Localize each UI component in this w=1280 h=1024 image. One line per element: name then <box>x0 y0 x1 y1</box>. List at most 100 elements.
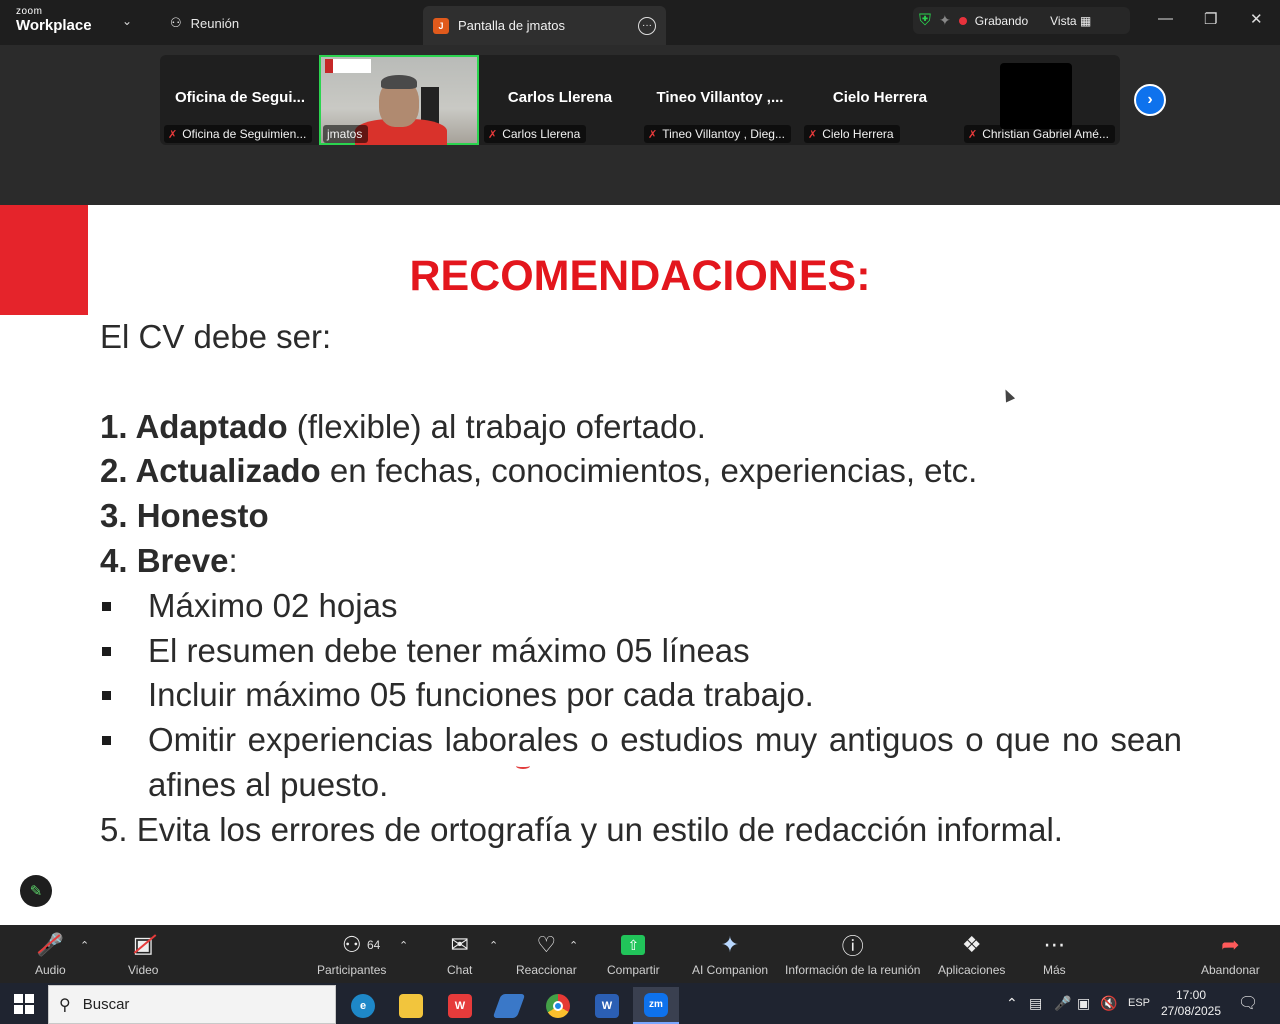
list-item: 5. Evita los errores de ortografía y un … <box>100 810 1063 848</box>
clock-time: 17:00 <box>1175 988 1207 1002</box>
list-item: 4. Breve: <box>100 539 1182 584</box>
volume-muted-icon[interactable]: 🔇 <box>1100 995 1117 1012</box>
participant-tile[interactable]: ✗ Christian Gabriel Amé... <box>960 55 1120 145</box>
participant-tile[interactable]: Oficina de Segui... ✗ Oficina de Seguimi… <box>160 55 320 145</box>
react-button[interactable]: ♡ Reaccionar <box>516 931 577 977</box>
close-icon[interactable]: ✕ <box>1250 10 1263 28</box>
system-clock[interactable]: 17:00 27/08/2025 <box>1158 987 1224 1019</box>
ai-companion-button[interactable]: ✦ AI Companion <box>692 931 768 977</box>
taskbar-search-box[interactable]: ⚲ Buscar <box>48 985 336 1024</box>
title-bar: zoom Workplace ⌄ ⚇ Reunión J Pantalla de… <box>0 0 1280 45</box>
gallery-next-page-button[interactable]: › <box>1134 84 1166 116</box>
audio-button[interactable]: 🎤 Audio <box>35 931 66 977</box>
annotate-pen-icon[interactable]: ✎ <box>20 875 52 907</box>
tab-meeting-label: Reunión <box>190 15 240 31</box>
taskbar-file-explorer[interactable] <box>388 987 434 1024</box>
taskbar-wps[interactable]: W <box>437 987 483 1024</box>
slide-intro: El CV debe ser: <box>100 318 332 355</box>
chat-button[interactable]: ✉ Chat <box>447 931 472 977</box>
react-options-caret-icon[interactable]: ⌃ <box>569 939 578 952</box>
meeting-toolbar: 🎤 Audio ⌃ ▣ Video ⚇ Participantes 64 ⌃ ✉… <box>0 925 1280 983</box>
participant-tile[interactable]: Tineo Villantoy ,... ✗ Tineo Villantoy ,… <box>640 55 800 145</box>
participant-tile[interactable]: Cielo Herrera ✗ Cielo Herrera <box>800 55 960 145</box>
chat-label: Chat <box>447 963 473 977</box>
participants-icon: ⚇ <box>341 932 362 957</box>
network-icon[interactable]: ▤ <box>1029 995 1042 1012</box>
tab-screen-share[interactable]: J Pantalla de jmatos ··· <box>423 6 666 45</box>
tray-overflow-chevron-icon[interactable]: ⌃ <box>1006 995 1018 1012</box>
minimize-icon[interactable]: — <box>1158 10 1173 27</box>
more-button[interactable]: ⋯ Más <box>1043 931 1066 977</box>
notifications-icon[interactable]: 🗨 <box>1238 993 1258 1013</box>
item-text: (flexible) al trabajo ofertado. <box>287 407 706 445</box>
participant-name-tag: jmatos <box>323 125 369 143</box>
audio-label: Audio <box>35 963 66 977</box>
camera-tray-icon[interactable]: ▣ <box>1077 995 1090 1012</box>
leave-meeting-button[interactable]: ➦ Abandonar <box>1201 931 1260 977</box>
apps-label: Aplicaciones <box>938 963 1006 977</box>
meeting-status-pill: ⛨ ✦ Grabando Vista ▦ <box>913 7 1130 34</box>
taskbar-edge[interactable]: e <box>340 987 386 1024</box>
wps-icon: W <box>448 993 472 1018</box>
camera-off-icon: ▣ <box>133 931 157 959</box>
microphone-muted-icon: 🎤 <box>36 932 65 957</box>
restore-icon[interactable]: ❐ <box>1204 10 1217 28</box>
view-label: Vista <box>1050 13 1077 28</box>
chat-options-caret-icon[interactable]: ⌃ <box>489 939 498 952</box>
tab-meeting[interactable]: ⚇ Reunión <box>170 12 239 34</box>
more-options-icon[interactable]: ··· <box>638 16 656 35</box>
taskbar-chrome[interactable] <box>535 987 581 1024</box>
language-indicator[interactable]: ESP <box>1128 997 1150 1009</box>
item-text: en fechas, conocimientos, experiencias, … <box>320 452 978 490</box>
zoom-logo[interactable]: zoom Workplace <box>16 6 92 34</box>
participants-options-caret-icon[interactable]: ⌃ <box>399 939 408 952</box>
bullet-text: Incluir máximo 05 funciones por cada tra… <box>148 676 814 714</box>
meeting-info-button[interactable]: ⓘ Información de la reunión <box>785 931 920 977</box>
audio-options-caret-icon[interactable]: ⌃ <box>80 939 89 952</box>
sparkle-icon[interactable]: ✦ <box>939 12 951 29</box>
microphone-icon[interactable]: 🎤 <box>1054 995 1071 1012</box>
participant-tile[interactable]: Carlos Llerena ✗ Carlos Llerena <box>480 55 640 145</box>
people-icon: ⚇ <box>170 15 182 30</box>
ai-sparkle-icon: ✦ <box>720 932 740 957</box>
taskbar-zoom[interactable]: zm <box>633 987 679 1024</box>
react-label: Reaccionar <box>516 963 577 977</box>
folder-icon <box>399 993 423 1018</box>
participant-name-tag: ✗ Oficina de Seguimien... <box>164 125 313 143</box>
slide-title: RECOMENDACIONES: <box>409 252 871 300</box>
clock-date: 27/08/2025 <box>1160 1004 1222 1018</box>
participant-display-name: Cielo Herrera <box>832 89 928 106</box>
bullet-text: Omitir experiencias laborales o estudios… <box>148 721 1182 803</box>
participant-name-tag: ✗ Carlos Llerena <box>484 125 587 143</box>
participant-tile-active-speaker[interactable]: jmatos <box>319 55 479 145</box>
taskbar-word[interactable]: W <box>584 987 630 1024</box>
windows-taskbar: ⚲ Buscar e W W zm ⌃ ▤ 🎤 ▣ 🔇 ESP 17:00 27… <box>0 983 1280 1024</box>
taskbar-app[interactable] <box>486 987 532 1024</box>
bullet-square-icon <box>102 691 111 701</box>
apps-button[interactable]: ❖ Aplicaciones <box>938 931 1005 977</box>
bullet-item: Omitir experiencias laborales o estudios… <box>100 718 1182 808</box>
shield-check-icon[interactable]: ⛨ <box>919 12 931 30</box>
video-label: Video <box>128 963 159 977</box>
video-button[interactable]: ▣ Video <box>128 931 158 977</box>
participant-display-name: Tineo Villantoy ,... <box>656 89 784 106</box>
windows-start-icon[interactable] <box>14 994 34 1014</box>
recording-label[interactable]: Grabando <box>975 14 1028 28</box>
leave-label: Abandonar <box>1201 963 1260 977</box>
participant-gallery: Oficina de Segui... ✗ Oficina de Seguimi… <box>0 45 1280 205</box>
info-icon: ⓘ <box>841 934 864 959</box>
logo-line1: zoom <box>16 6 43 17</box>
speaker-hair <box>381 75 417 89</box>
app-icon <box>492 993 526 1018</box>
participant-count-badge: 64 <box>367 938 381 952</box>
chrome-icon <box>546 993 570 1018</box>
chevron-down-icon[interactable]: ⌄ <box>122 14 132 28</box>
bullet-item: Máximo 02 hojas <box>100 584 1182 629</box>
view-button[interactable]: Vista ▦ <box>1050 14 1091 28</box>
item-number: 2. <box>100 452 136 490</box>
bullet-square-icon <box>102 601 111 611</box>
ellipsis-icon: ⋯ <box>1043 932 1066 957</box>
participant-name: Carlos Llerena <box>502 127 581 141</box>
share-screen-button[interactable]: ⇧ Compartir <box>607 931 660 977</box>
tab-share-label: Pantalla de jmatos <box>458 18 565 33</box>
